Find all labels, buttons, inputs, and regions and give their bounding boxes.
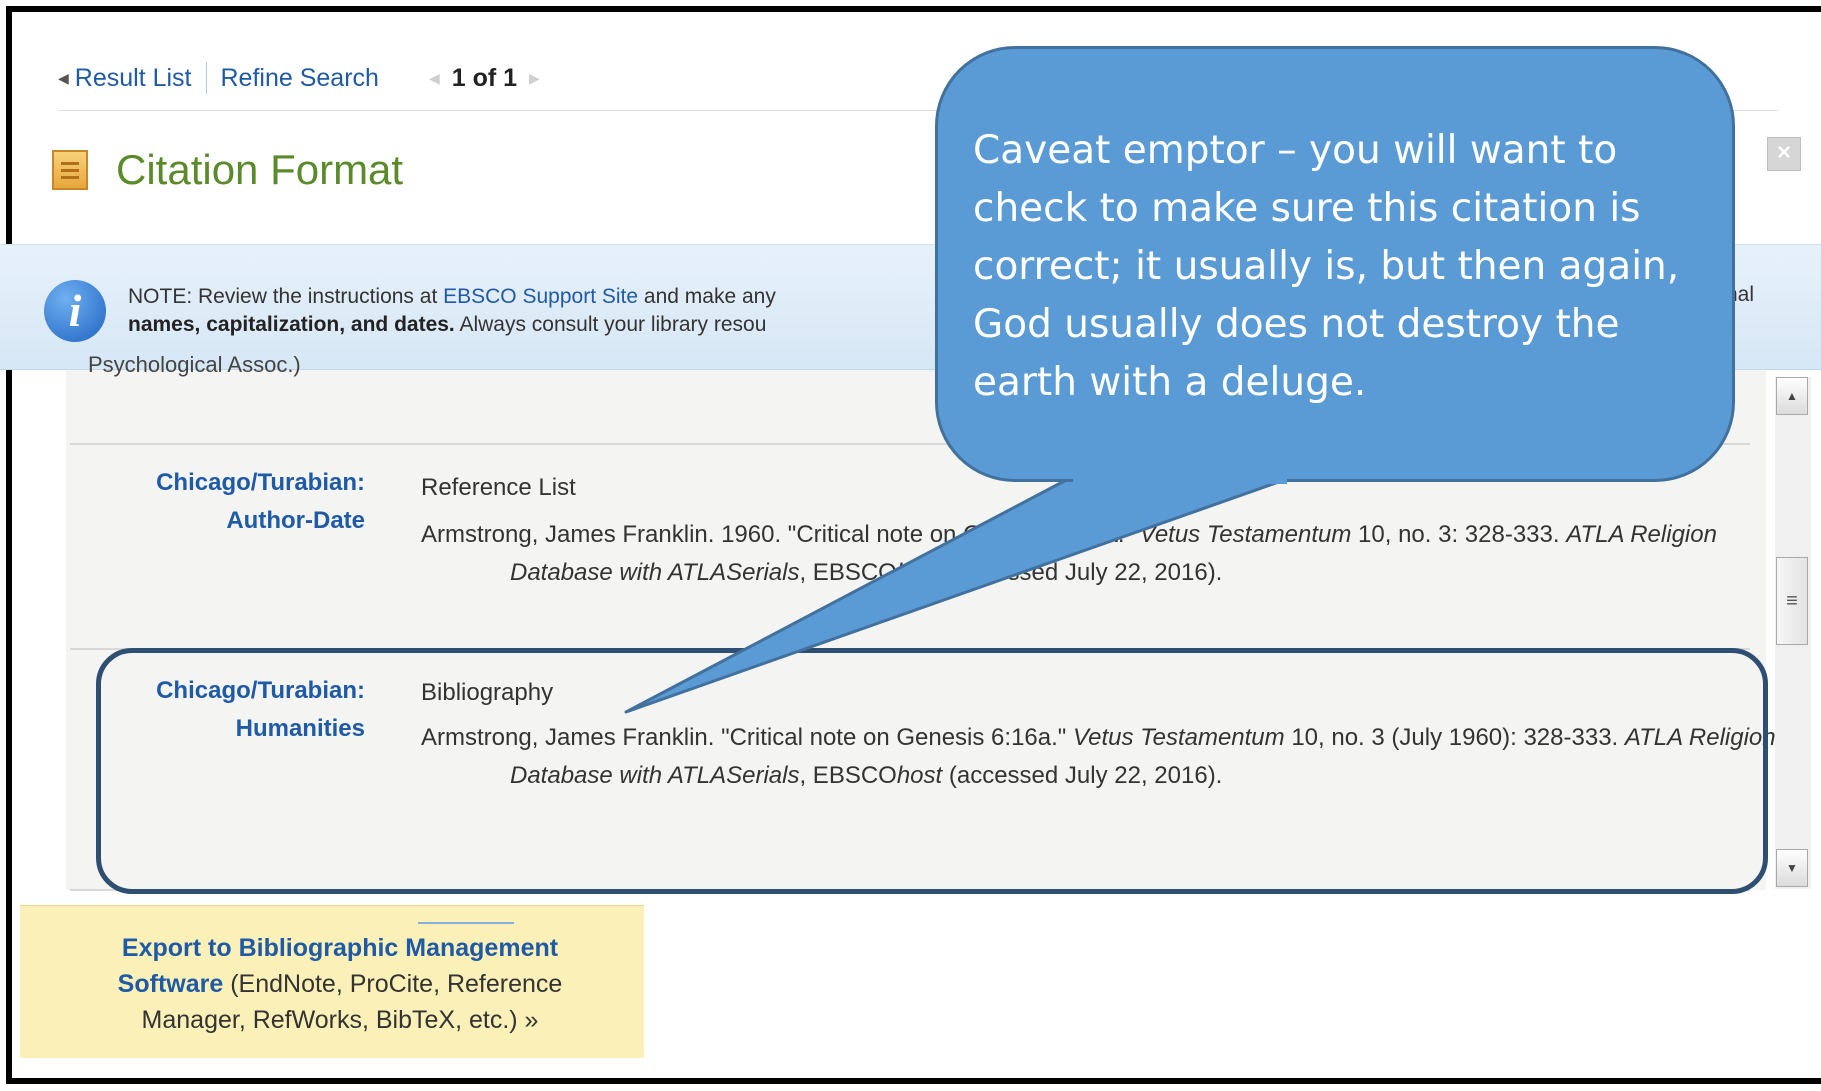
callout-text: Caveat emptor – you will want to check t… (973, 128, 1680, 405)
